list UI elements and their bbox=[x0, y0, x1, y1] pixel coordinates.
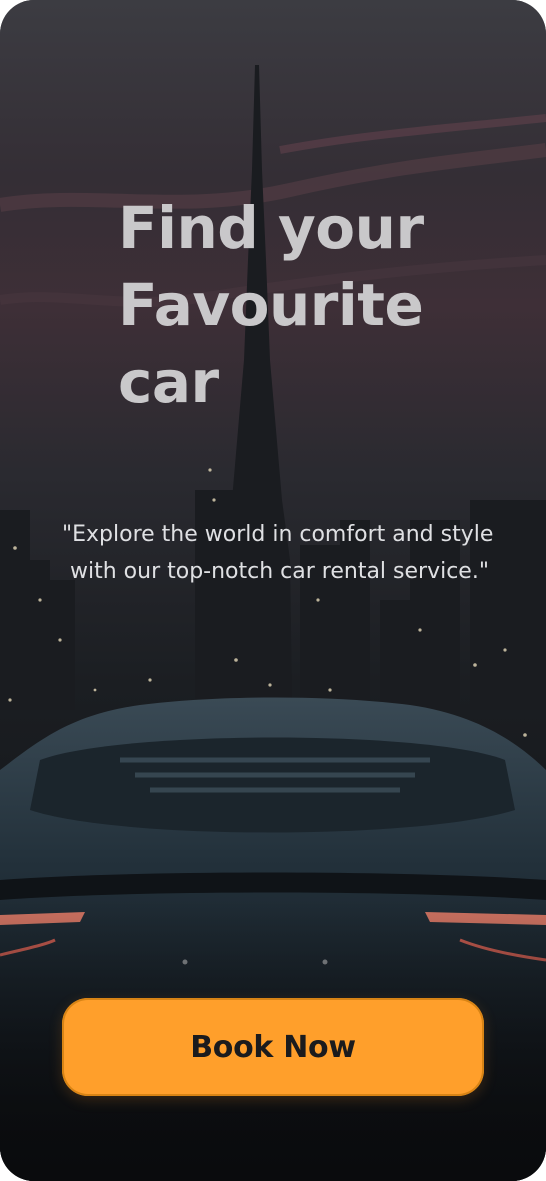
welcome-screen: Find your Favourite car "Explore the wor… bbox=[0, 0, 546, 1181]
hero-title-line-3: car bbox=[118, 348, 219, 416]
hero-title-line-1: Find your bbox=[118, 194, 424, 262]
book-now-button[interactable]: Book Now bbox=[62, 998, 484, 1096]
hero-tagline-text: "Explore the world in comfort and style … bbox=[62, 522, 494, 584]
hero-tagline: "Explore the world in comfort and style … bbox=[62, 516, 522, 590]
hero-title-line-2: Favourite bbox=[118, 271, 424, 339]
hero-title: Find your Favourite car bbox=[118, 190, 498, 421]
